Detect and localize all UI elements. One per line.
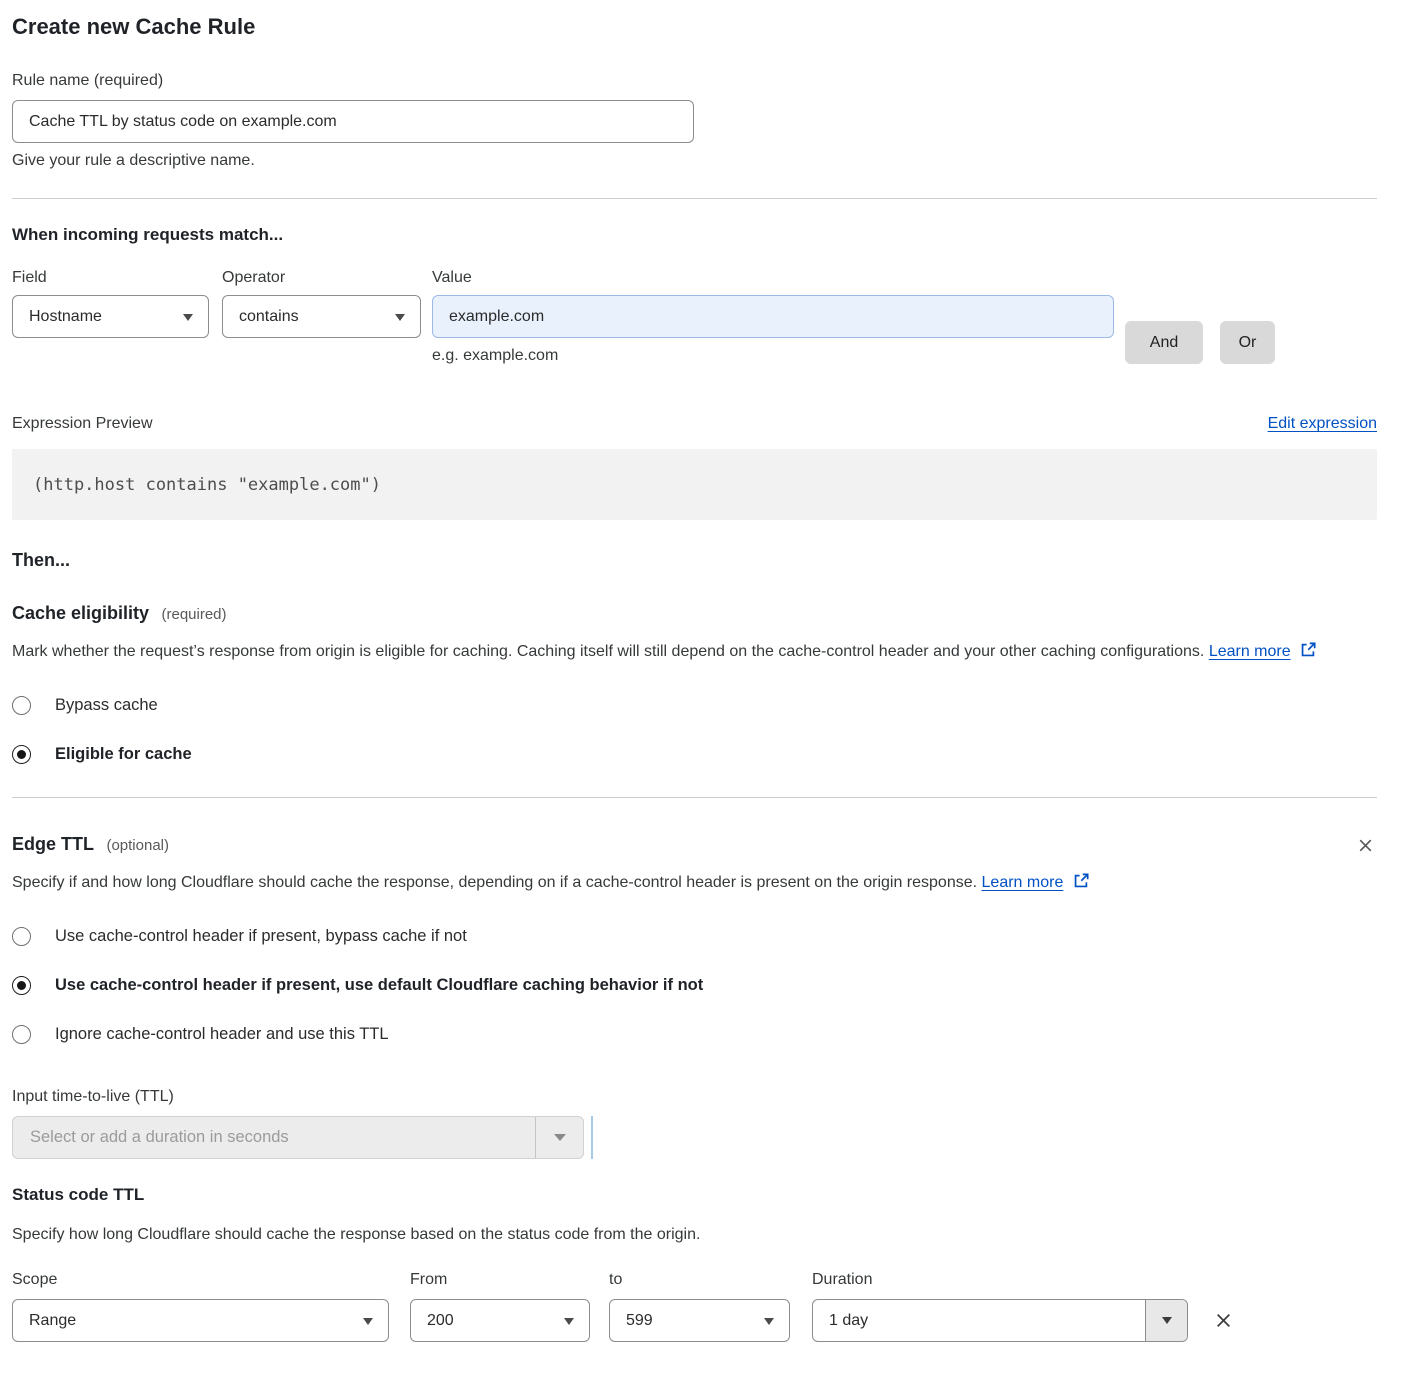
field-select-value: Hostname <box>29 308 102 326</box>
ttl-duration-placeholder: Select or add a duration in seconds <box>13 1128 535 1147</box>
radio-label: Bypass cache <box>55 696 158 715</box>
to-select-value: 599 <box>626 1312 653 1330</box>
or-button[interactable]: Or <box>1220 321 1275 364</box>
operator-label: Operator <box>222 269 432 287</box>
radio-label: Ignore cache-control header and use this… <box>55 1025 389 1044</box>
value-input[interactable] <box>432 295 1114 338</box>
from-select-value: 200 <box>427 1312 454 1330</box>
close-icon <box>1356 836 1375 855</box>
edge-ttl-optional-badge: (optional) <box>106 837 169 854</box>
page-title: Create new Cache Rule <box>12 14 1377 40</box>
create-cache-rule-page: Create new Cache Rule Rule name (require… <box>0 0 1412 1352</box>
status-code-ttl-heading: Status code TTL <box>12 1185 1377 1205</box>
expression-preview-label: Expression Preview <box>12 415 153 433</box>
caret-down-icon <box>764 1318 774 1325</box>
edit-expression-link[interactable]: Edit expression <box>1268 415 1377 433</box>
scope-select-value: Range <box>29 1312 76 1330</box>
value-label: Value <box>432 269 472 287</box>
radio-bypass-cache[interactable]: Bypass cache <box>12 696 1377 715</box>
cache-eligibility-description-text: Mark whether the request’s response from… <box>12 643 1204 660</box>
operator-select[interactable]: contains <box>222 295 421 338</box>
section-divider <box>12 198 1377 199</box>
radio-icon <box>12 927 31 946</box>
edge-ttl-heading: Edge TTL <box>12 834 94 854</box>
caret-down-icon <box>395 314 405 321</box>
ttl-duration-dropdown-button[interactable] <box>535 1117 583 1158</box>
expression-code: (http.host contains "example.com") <box>33 475 381 495</box>
value-help: e.g. example.com <box>432 347 1114 365</box>
radio-use-header-default-if-not[interactable]: Use cache-control header if present, use… <box>12 976 1377 995</box>
radio-ignore-header-use-ttl[interactable]: Ignore cache-control header and use this… <box>12 1025 1377 1044</box>
cache-eligibility-required-badge: (required) <box>162 606 227 623</box>
ttl-duration-select[interactable]: Select or add a duration in seconds <box>12 1116 584 1159</box>
caret-down-icon <box>363 1318 373 1325</box>
ttl-select-focus-indicator <box>591 1116 593 1159</box>
edge-ttl-description: Specify if and how long Cloudflare shoul… <box>12 869 1122 897</box>
from-select[interactable]: 200 <box>410 1299 590 1342</box>
caret-down-icon <box>564 1318 574 1325</box>
remove-status-code-ttl-button[interactable] <box>1211 1308 1236 1333</box>
duration-select[interactable]: 1 day <box>812 1299 1188 1342</box>
external-link-icon <box>1300 641 1317 658</box>
section-divider <box>12 797 1377 798</box>
radio-use-header-bypass-if-not[interactable]: Use cache-control header if present, byp… <box>12 927 1377 946</box>
duration-label: Duration <box>812 1271 872 1289</box>
radio-label: Eligible for cache <box>55 745 192 764</box>
cache-eligibility-learn-more-link[interactable]: Learn more <box>1209 643 1291 660</box>
radio-icon <box>12 745 31 764</box>
edge-ttl-close-button[interactable] <box>1354 834 1377 857</box>
caret-down-icon <box>183 314 193 321</box>
close-icon <box>1213 1310 1234 1331</box>
caret-down-icon <box>1162 1317 1172 1324</box>
and-button[interactable]: And <box>1125 321 1203 364</box>
radio-eligible-for-cache[interactable]: Eligible for cache <box>12 745 1377 764</box>
scope-label: Scope <box>12 1271 389 1289</box>
match-heading: When incoming requests match... <box>12 225 1377 245</box>
field-label: Field <box>12 269 222 287</box>
duration-select-value: 1 day <box>813 1312 1145 1330</box>
from-label: From <box>410 1271 590 1289</box>
edge-ttl-learn-more-link[interactable]: Learn more <box>982 874 1064 891</box>
radio-icon <box>12 1025 31 1044</box>
operator-select-value: contains <box>239 308 299 326</box>
to-select[interactable]: 599 <box>609 1299 790 1342</box>
caret-down-icon <box>554 1134 566 1141</box>
external-link-icon <box>1073 872 1090 889</box>
cache-eligibility-description: Mark whether the request’s response from… <box>12 638 1352 666</box>
cache-eligibility-heading: Cache eligibility <box>12 603 149 623</box>
radio-label: Use cache-control header if present, use… <box>55 976 703 995</box>
then-heading: Then... <box>12 550 1377 571</box>
rule-name-help: Give your rule a descriptive name. <box>12 152 1377 170</box>
status-code-ttl-description: Specify how long Cloudflare should cache… <box>12 1221 1377 1249</box>
rule-name-label: Rule name (required) <box>12 72 1377 90</box>
duration-dropdown-button[interactable] <box>1145 1300 1187 1341</box>
radio-icon <box>12 696 31 715</box>
edge-ttl-description-text: Specify if and how long Cloudflare shoul… <box>12 874 977 891</box>
rule-name-input[interactable] <box>12 100 694 143</box>
radio-label: Use cache-control header if present, byp… <box>55 927 467 946</box>
field-select[interactable]: Hostname <box>12 295 209 338</box>
scope-select[interactable]: Range <box>12 1299 389 1342</box>
ttl-input-label: Input time-to-live (TTL) <box>12 1088 1377 1106</box>
expression-code-block: (http.host contains "example.com") <box>12 449 1377 520</box>
to-label: to <box>609 1271 790 1289</box>
radio-icon <box>12 976 31 995</box>
